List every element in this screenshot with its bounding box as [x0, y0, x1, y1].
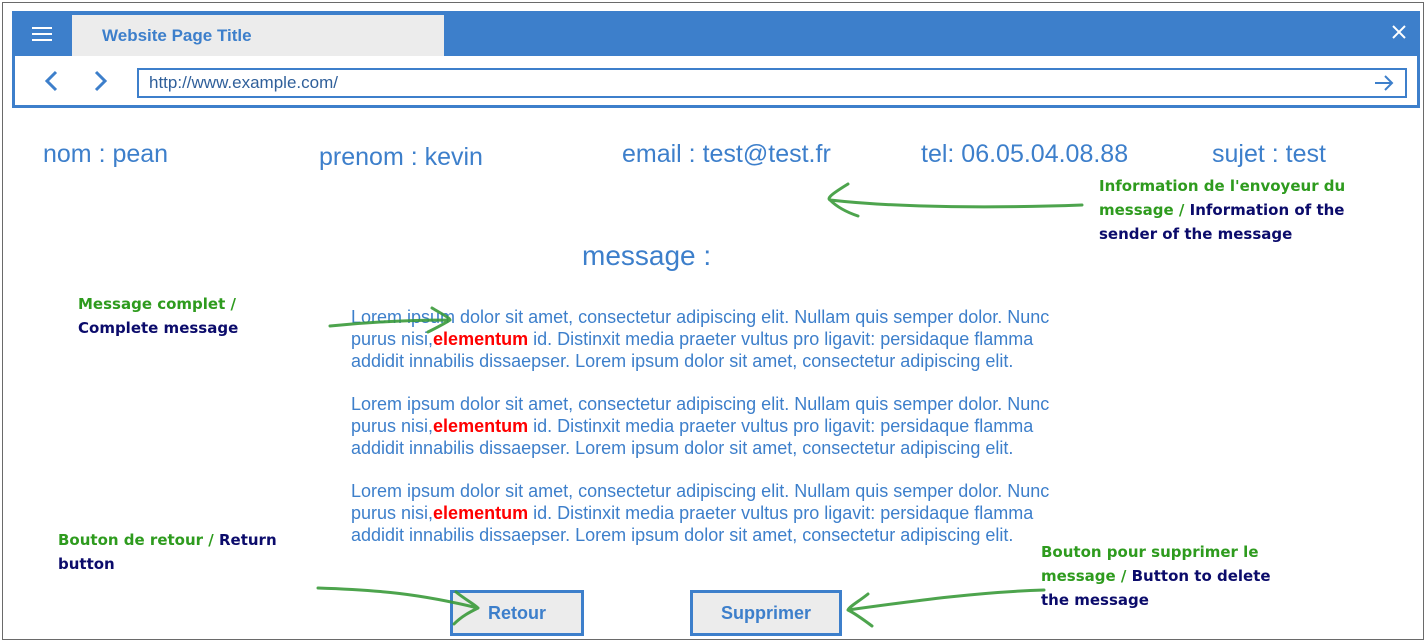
chevron-left-icon [44, 70, 58, 92]
sender-prenom: prenom : kevin [319, 143, 483, 171]
forward-button[interactable] [87, 68, 113, 94]
close-button[interactable] [1388, 21, 1410, 43]
message-paragraph: Lorem ipsum dolor sit amet, consectetur … [351, 393, 1071, 480]
hamburger-icon [32, 26, 52, 41]
message-paragraph: Lorem ipsum dolor sit amet, consectetur … [351, 306, 1071, 393]
supprimer-label: Supprimer [720, 602, 812, 623]
annotation-fr: Bouton de retour / [58, 531, 214, 549]
go-button[interactable] [1373, 72, 1395, 94]
annotation-fr: Message complet / [78, 295, 236, 313]
arrow-right-icon [1375, 75, 1394, 91]
sender-sujet: sujet : test [1212, 140, 1326, 168]
sender-tel: tel: 06.05.04.08.88 [921, 140, 1129, 168]
retour-button[interactable]: Retour [450, 590, 584, 636]
browser-nav-bar: http://www.example.com/ [12, 56, 1420, 108]
url-input[interactable]: http://www.example.com/ [137, 68, 1407, 98]
sender-nom: nom : pean [43, 140, 169, 168]
close-icon [1392, 25, 1406, 39]
tab-title: Website Page Title [102, 25, 252, 45]
annotation-return: Bouton de retour / Return button [58, 528, 298, 576]
highlighted-word: elementum [433, 329, 529, 349]
back-button[interactable] [39, 68, 65, 94]
highlighted-word: elementum [433, 416, 529, 436]
message-label: message : [582, 240, 712, 271]
annotation-delete: Bouton pour supprimer le message / Butto… [1041, 540, 1291, 612]
message-body: Lorem ipsum dolor sit amet, consectetur … [351, 306, 1071, 567]
browser-tab[interactable]: Website Page Title [72, 15, 444, 56]
chevron-right-icon [94, 70, 108, 92]
url-text: http://www.example.com/ [149, 73, 338, 92]
annotation-sender: Information de l'envoyeur du message / I… [1099, 174, 1349, 246]
annotation-en: Complete message [78, 319, 239, 337]
sender-email: email : test@test.fr [622, 140, 831, 168]
supprimer-button[interactable]: Supprimer [690, 590, 842, 636]
message-paragraph: Lorem ipsum dolor sit amet, consectetur … [351, 480, 1071, 567]
annotation-message: Message complet / Complete message [78, 292, 278, 340]
highlighted-word: elementum [433, 503, 529, 523]
hamburger-menu-button[interactable] [12, 11, 72, 56]
retour-label: Retour [488, 602, 546, 623]
browser-title-bar: Website Page Title [12, 11, 1420, 56]
